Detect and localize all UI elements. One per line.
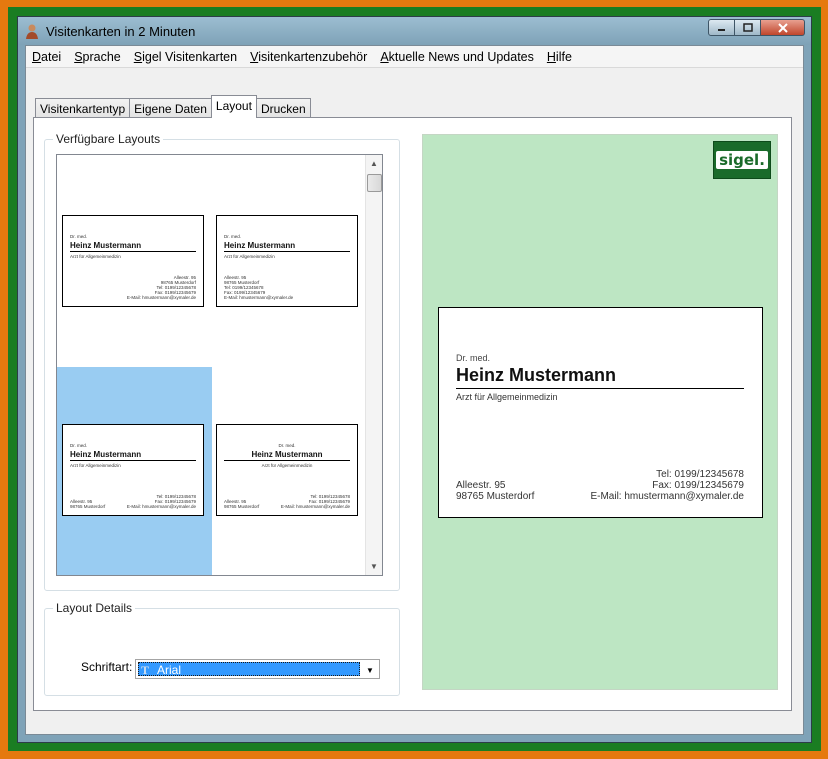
menu-sprache[interactable]: Sprache xyxy=(74,50,121,64)
maximize-button[interactable] xyxy=(735,19,761,36)
card-street: Alleestr. 95 xyxy=(456,480,506,491)
client-area: Datei Sprache Sigel Visitenkarten Visite… xyxy=(25,45,804,735)
dropdown-arrow-icon[interactable]: ▼ xyxy=(363,663,377,677)
card-preview-area: sigel. Dr. med. Heinz Mustermann Arzt fü… xyxy=(422,134,778,690)
card-name: Heinz Mustermann xyxy=(456,365,617,385)
available-layouts-label: Verfügbare Layouts xyxy=(53,132,164,146)
layout-option-3-selected[interactable]: Dr. med. Heinz Mustermann Arzt für Allge… xyxy=(62,424,204,516)
truetype-font-icon: T xyxy=(141,663,150,677)
card-address: Alleestr. 95 98765 Musterdorf xyxy=(456,480,534,502)
card-tel: Tel: 0199/12345678 xyxy=(656,469,744,480)
maximize-icon xyxy=(742,23,753,32)
app-person-icon xyxy=(26,24,38,39)
tab-drucken[interactable]: Drucken xyxy=(255,98,311,118)
layout-option-1[interactable]: Dr. med. Heinz Mustermann Arzt für Allge… xyxy=(62,215,204,307)
layout-tab-panel: Verfügbare Layouts Dr. med. Heinz Muster… xyxy=(33,117,792,711)
font-select[interactable]: T Arial ▼ xyxy=(135,659,380,679)
business-card-preview: Dr. med. Heinz Mustermann Arzt für Allge… xyxy=(438,307,763,518)
title-bar[interactable]: Visitenkarten in 2 Minuten xyxy=(18,17,811,45)
close-button[interactable] xyxy=(761,19,805,36)
menu-bar: Datei Sprache Sigel Visitenkarten Visite… xyxy=(26,46,803,68)
font-label: Schriftart: xyxy=(81,660,133,674)
menu-news-updates[interactable]: Aktuelle News und Updates xyxy=(380,50,534,64)
minimize-icon xyxy=(718,29,725,31)
menu-datei[interactable]: Datei xyxy=(32,50,61,64)
scroll-down-icon[interactable]: ▼ xyxy=(366,558,382,575)
close-icon xyxy=(777,22,788,33)
card-city: 98765 Musterdorf xyxy=(456,491,535,502)
layout-details-label: Layout Details xyxy=(53,601,136,615)
card-divider xyxy=(456,388,744,389)
scroll-up-icon[interactable]: ▲ xyxy=(366,155,382,172)
layout-option-2[interactable]: Dr. med. Heinz Mustermann Arzt für Allge… xyxy=(216,215,358,307)
sigel-logo: sigel. xyxy=(713,141,771,179)
layout-list[interactable]: Dr. med. Heinz Mustermann Arzt für Allge… xyxy=(56,154,383,576)
scroll-thumb[interactable] xyxy=(367,174,382,192)
minimize-button[interactable] xyxy=(708,19,735,36)
tab-strip: Visitenkartentyp Eigene Daten Layout Dru… xyxy=(35,95,311,118)
tab-layout[interactable]: Layout xyxy=(210,95,257,118)
tab-eigene-daten[interactable]: Eigene Daten xyxy=(129,98,212,118)
layout-option-4[interactable]: Dr. med. Heinz Mustermann Arzt für Allge… xyxy=(216,424,358,516)
menu-hilfe[interactable]: Hilfe xyxy=(547,50,572,64)
tab-visitenkartentyp[interactable]: Visitenkartentyp xyxy=(35,98,131,118)
font-select-value: T Arial xyxy=(138,662,360,677)
card-contact: Tel: 0199/12345678 Fax: 0199/12345679 E-… xyxy=(590,469,744,502)
card-specialty: Arzt für Allgemeinmedizin xyxy=(456,392,558,402)
layout-details-group: Layout Details xyxy=(44,601,400,696)
layout-list-scrollbar[interactable]: ▲ ▼ xyxy=(365,155,382,575)
menu-visitenkartenzubehoer[interactable]: Visitenkartenzubehör xyxy=(250,50,367,64)
card-title: Dr. med. xyxy=(456,353,491,363)
menu-sigel-visitenkarten[interactable]: Sigel Visitenkarten xyxy=(134,50,237,64)
card-fax: Fax: 0199/12345679 xyxy=(652,480,744,491)
window-title: Visitenkarten in 2 Minuten xyxy=(46,24,196,39)
app-window: Visitenkarten in 2 Minuten Datei Sprache… xyxy=(17,16,812,743)
card-email: E-Mail: hmustermann@xymaler.de xyxy=(590,491,744,502)
